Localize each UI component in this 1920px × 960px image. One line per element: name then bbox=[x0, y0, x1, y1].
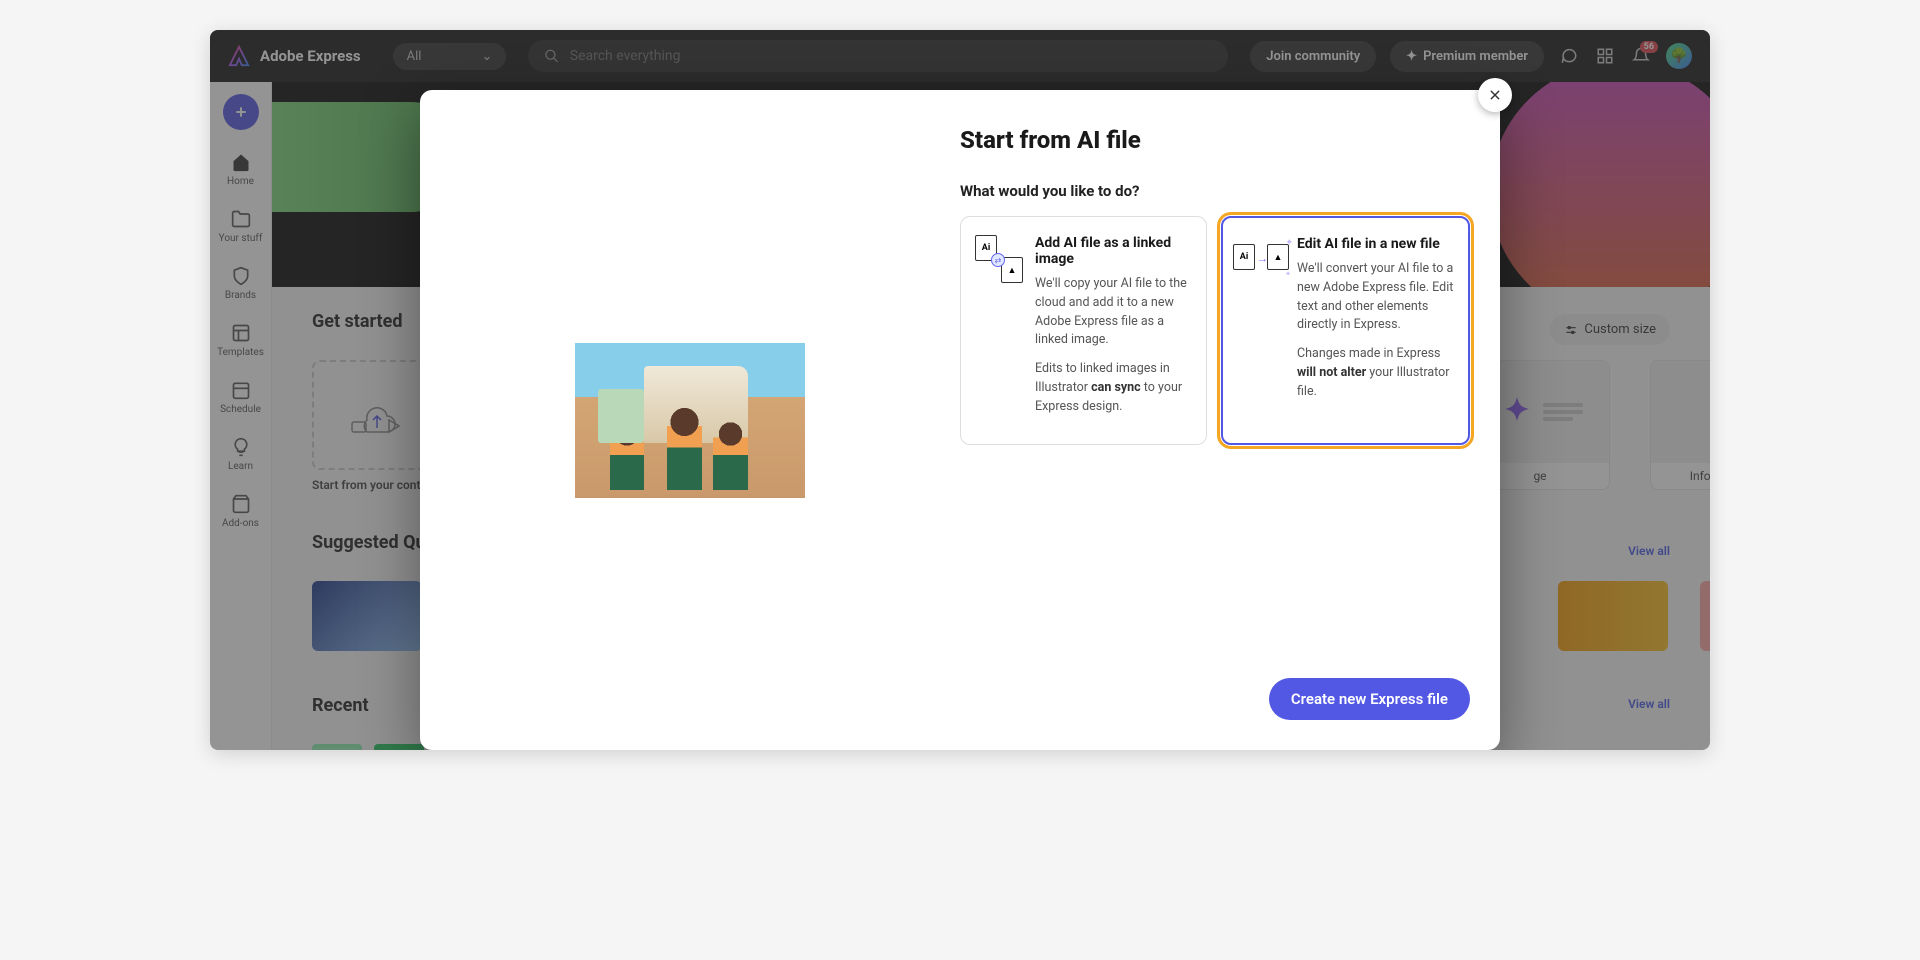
option-title: Edit AI file in a new file bbox=[1297, 236, 1454, 252]
modal-title: Start from AI file bbox=[960, 126, 1470, 154]
start-from-ai-modal: Start from AI file What would you like t… bbox=[420, 90, 1500, 750]
option-desc: We'll convert your AI file to a new Adob… bbox=[1297, 260, 1454, 335]
app-window: Adobe Express All ⌄ Join community ✦ Pre… bbox=[210, 30, 1710, 750]
ai-file-preview-image bbox=[575, 343, 805, 498]
option-note: Changes made in Express will not alter y… bbox=[1297, 345, 1454, 401]
option-title: Add AI file as a linked image bbox=[1035, 235, 1192, 267]
modal-content-pane: Start from AI file What would you like t… bbox=[960, 90, 1500, 750]
modal-subtitle: What would you like to do? bbox=[960, 182, 1470, 200]
option-text: Add AI file as a linked image We'll copy… bbox=[1035, 235, 1192, 426]
option-desc: We'll copy your AI file to the cloud and… bbox=[1035, 275, 1192, 350]
convert-file-icon: Ai → ▲ ✦ ✦ bbox=[1237, 236, 1285, 284]
option-note: Edits to linked images in Illustrator ca… bbox=[1035, 360, 1192, 416]
create-new-express-file-button[interactable]: Create new Express file bbox=[1269, 678, 1470, 720]
option-row: Ai ▲ ⇄ Add AI file as a linked image We'… bbox=[960, 216, 1470, 445]
close-button[interactable] bbox=[1478, 78, 1512, 112]
option-text: Edit AI file in a new file We'll convert… bbox=[1297, 236, 1454, 411]
modal-footer: Create new Express file bbox=[960, 678, 1470, 720]
modal-preview-pane bbox=[420, 90, 960, 750]
option-linked-image[interactable]: Ai ▲ ⇄ Add AI file as a linked image We'… bbox=[960, 216, 1207, 445]
linked-file-icon: Ai ▲ ⇄ bbox=[975, 235, 1023, 283]
close-icon bbox=[1488, 88, 1502, 102]
option-edit-new-file[interactable]: Ai → ▲ ✦ ✦ Edit AI file in a new file We… bbox=[1221, 216, 1470, 445]
